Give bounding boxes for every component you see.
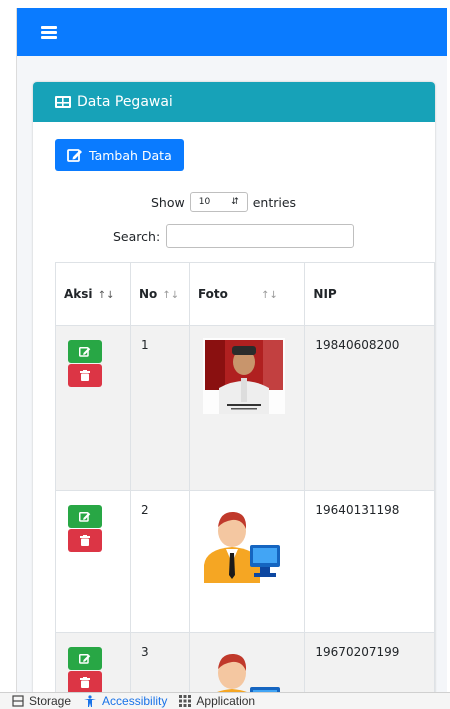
employee-table: Aksi ↑↓ No ↑↓ Foto ↑↓ NIP 1 19840608200 … — [55, 262, 435, 692]
table-row: 1 19840608200 — [55, 325, 435, 491]
show-label: Show — [151, 194, 185, 210]
row-number: 3 — [129, 632, 190, 692]
column-header-no[interactable]: No ↑↓ — [129, 262, 190, 326]
devtools-tab-storage[interactable]: Storage — [12, 694, 71, 708]
actions-cell — [55, 325, 131, 491]
nip-cell: 19840608200 — [304, 325, 435, 491]
add-data-button[interactable]: Tambah Data — [55, 139, 184, 171]
column-header-aksi[interactable]: Aksi ↑↓ — [55, 262, 131, 326]
devtools-tab-accessibility[interactable]: Accessibility — [83, 694, 167, 708]
entries-label: entries — [252, 194, 297, 210]
accessibility-icon — [84, 695, 97, 707]
data-card: Data Pegawai Tambah Data Show 10 ⇵ entri… — [33, 82, 435, 692]
delete-button[interactable] — [68, 364, 102, 387]
nip-cell: 19670207199 — [304, 632, 435, 692]
edit-icon — [79, 512, 91, 522]
application-icon — [179, 695, 192, 707]
card-header: Data Pegawai — [33, 82, 435, 122]
edit-button[interactable] — [68, 647, 102, 670]
column-header-foto[interactable]: Foto ↑↓ — [188, 262, 306, 326]
row-number: 2 — [129, 490, 190, 633]
user-computer-icon — [217, 653, 280, 692]
top-navbar — [17, 8, 447, 56]
sort-icon: ↑↓ — [257, 290, 278, 301]
hamburger-icon[interactable] — [41, 26, 57, 39]
sort-icon: ↑↓ — [159, 290, 180, 301]
edit-icon — [79, 654, 91, 664]
nip-cell: 19640131198 — [304, 490, 435, 633]
search-input[interactable] — [166, 224, 355, 248]
table-row: 2 19640131198 — [55, 490, 435, 633]
add-data-label: Tambah Data — [89, 147, 172, 163]
user-computer-icon — [203, 511, 280, 583]
delete-button[interactable] — [68, 671, 102, 692]
sort-icon: ↑↓ — [94, 290, 115, 301]
devtools-tab-application[interactable]: Application — [179, 694, 255, 708]
entries-value: 10 — [198, 197, 211, 207]
trash-icon — [80, 370, 90, 381]
entries-select[interactable]: 10 ⇵ — [189, 192, 248, 212]
delete-button[interactable] — [68, 529, 102, 552]
select-arrows-icon: ⇵ — [231, 197, 239, 207]
browser-viewport: Data Pegawai Tambah Data Show 10 ⇵ entri… — [16, 8, 447, 692]
actions-cell — [55, 632, 131, 692]
entries-length-control: Show 10 ⇵ entries — [151, 192, 296, 212]
photo-cell — [188, 490, 306, 633]
table-row: 3 19670207199 — [55, 632, 435, 692]
photo-cell — [188, 325, 306, 491]
edit-button[interactable] — [68, 505, 102, 528]
employee-table-wrapper: Aksi ↑↓ No ↑↓ Foto ↑↓ NIP 1 19840608200 … — [55, 262, 435, 692]
row-number: 1 — [129, 325, 190, 491]
portrait-photo — [202, 338, 285, 414]
trash-icon — [80, 535, 90, 546]
search-label: Search: — [113, 228, 161, 244]
edit-button[interactable] — [68, 340, 102, 363]
photo-cell — [188, 632, 306, 692]
storage-icon — [12, 695, 24, 707]
card-title: Data Pegawai — [77, 94, 173, 110]
search-control: Search: — [113, 224, 355, 248]
table-icon — [55, 96, 71, 108]
column-header-nip[interactable]: NIP — [304, 262, 435, 326]
actions-cell — [55, 490, 131, 633]
devtools-tab-bar: Storage Accessibility Application — [0, 692, 450, 709]
edit-icon — [67, 149, 82, 162]
trash-icon — [80, 677, 90, 688]
edit-icon — [79, 347, 91, 357]
